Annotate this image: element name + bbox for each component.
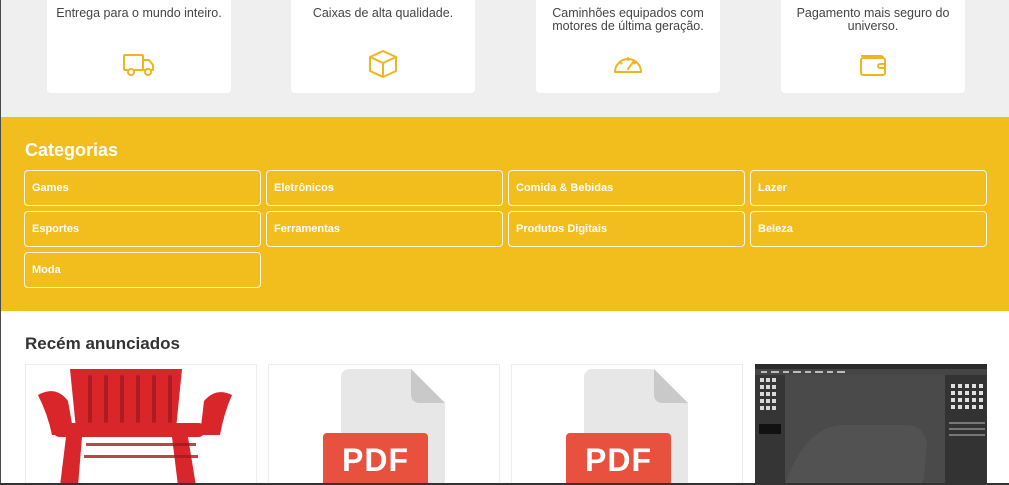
wallet-icon [860,55,886,76]
feature-card-shipping: Entrega para o mundo inteiro. [47,0,231,93]
category-lazer[interactable]: Lazer [750,170,987,206]
category-esportes[interactable]: Esportes [24,211,261,247]
categories-grid: Games Eletrônicos Comida & Bebidas Lazer… [24,170,988,288]
recent-listings-title: Recém anunciados [25,334,180,353]
listing-card-editor-screenshot[interactable] [755,364,987,485]
pdf-file-image: PDF [512,365,742,485]
category-comida-bebidas[interactable]: Comida & Bebidas [508,170,745,206]
category-moda[interactable]: Moda [24,252,261,288]
listing-card-chair[interactable] [25,364,257,485]
feature-text: Caixas de alta qualidade. [312,6,454,20]
image-editor-screenshot [755,364,987,485]
category-produtos-digitais[interactable]: Produtos Digitais [508,211,745,247]
truck-icon [123,54,154,76]
pdf-file-image: PDF [269,365,499,485]
pdf-badge: PDF [566,433,671,485]
pdf-badge: PDF [323,433,428,485]
red-chair-image [38,369,232,485]
feature-card-payment: Pagamento mais seguro do universo. [781,0,965,93]
box-icon [369,50,397,78]
listing-card-pdf-1[interactable]: PDF [268,364,500,485]
feature-card-trucks: Caminhões equipados com motores de últim… [536,0,720,93]
listing-card-pdf-2[interactable]: PDF [511,364,743,485]
editor-ui-thumbnail [755,364,987,485]
feature-card-boxes: Caixas de alta qualidade. [291,0,475,93]
feature-text: Pagamento mais seguro do universo. [796,6,950,33]
window-border-left [0,0,1,485]
category-games[interactable]: Games [24,170,261,206]
category-beleza[interactable]: Beleza [750,211,987,247]
category-ferramentas[interactable]: Ferramentas [266,211,503,247]
feature-text: Caminhões equipados com motores de últim… [552,6,704,33]
category-eletronicos[interactable]: Eletrônicos [266,170,503,206]
feature-text: Entrega para o mundo inteiro. [56,6,222,20]
speedometer-icon [614,57,642,73]
categories-section: Categorias Games Eletrônicos Comida & Be… [1,117,1009,311]
features-section: Entrega para o mundo inteiro. Caixas de … [0,0,1009,117]
categories-title: Categorias [25,140,119,160]
